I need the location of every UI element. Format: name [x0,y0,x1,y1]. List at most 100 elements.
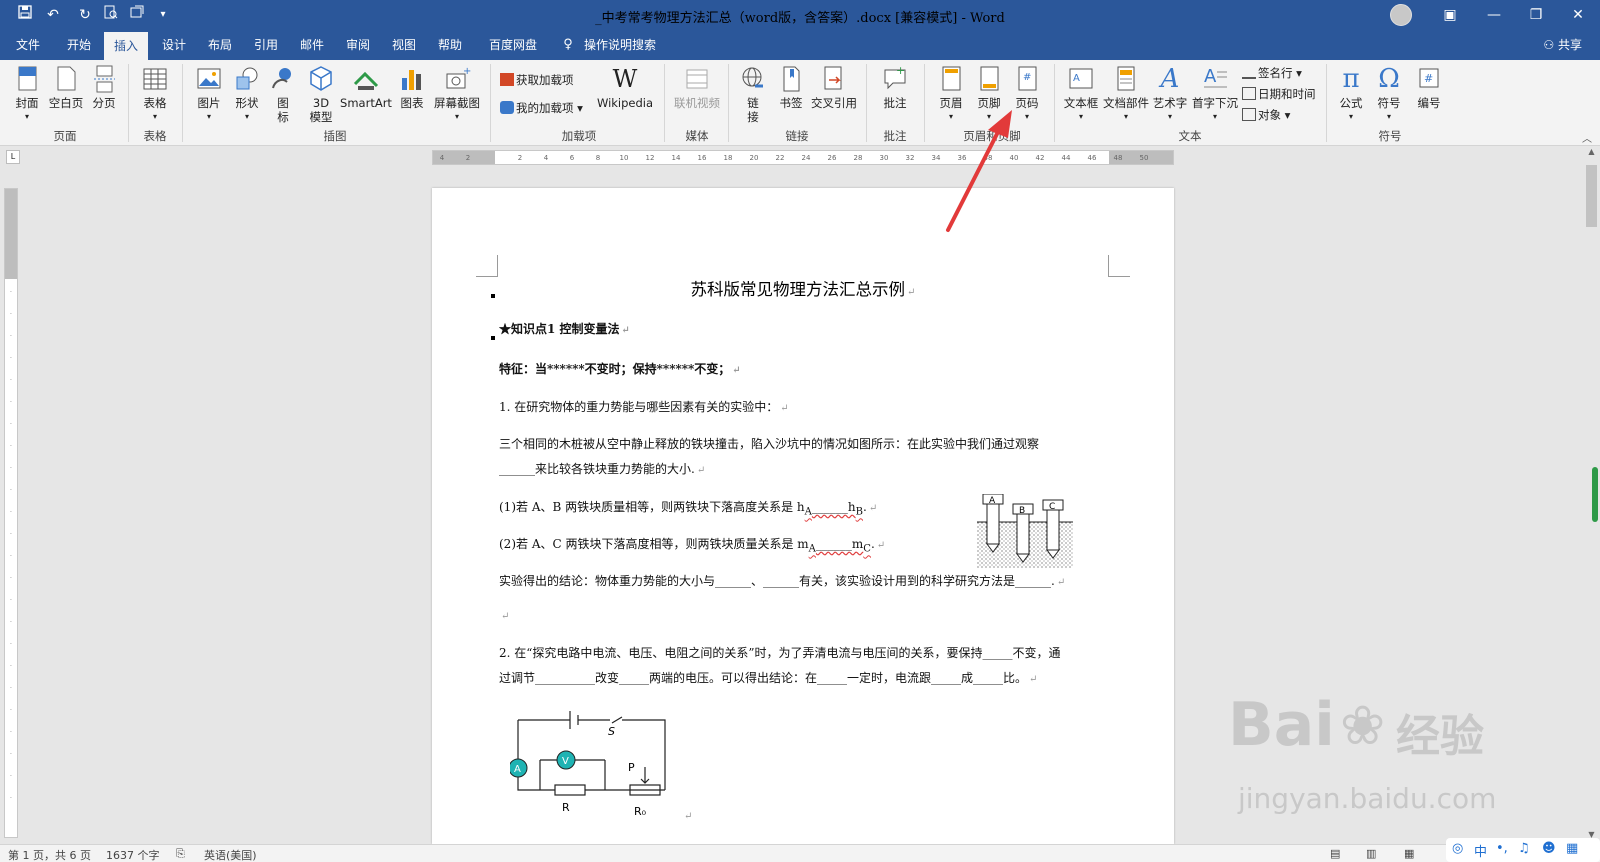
cover-page-button[interactable]: 封面 ▾ [10,64,44,124]
my-addins-button[interactable]: 我的加载项 ▾ [500,100,583,116]
smartart-button[interactable]: SmartArt [340,64,392,110]
question-2-line-1[interactable]: 2. 在“探究电路中电流、电压、电阻之间的关系”时，为了弄清电流与电压间的关系，… [499,644,1061,661]
tab-layout[interactable]: 布局 [202,30,238,60]
print-layout-icon[interactable]: ▥ [1366,847,1376,860]
bookmark-button[interactable]: 书签 [776,64,806,110]
pi-icon: π [1342,64,1360,94]
scroll-thumb[interactable] [1586,165,1597,227]
tab-review[interactable]: 审阅 [340,30,376,60]
ruler-tick: · [10,619,12,626]
wikipedia-button[interactable]: W Wikipedia [594,64,656,110]
group-divider [1054,64,1055,142]
knowledge-point-heading[interactable]: ★知识点1 控制变量法 ↵ [499,320,630,337]
tab-home[interactable]: 开始 [62,30,96,60]
new-comment-button[interactable]: + 批注 [878,64,912,110]
3d-models-button[interactable]: 3D 模型 [304,64,338,124]
page-break-icon [94,65,115,93]
symbol-button[interactable]: Ω 符号 ▾ [1372,64,1406,124]
table-button[interactable]: 表格 ▾ [138,64,172,124]
side-handle[interactable] [1592,467,1598,522]
comment-icon: + [884,64,906,90]
scroll-up-icon[interactable]: ▲ [1583,147,1600,161]
icons-button[interactable]: 图 标 [268,64,298,124]
blank-page-button[interactable]: 空白页 [46,64,86,110]
question-1-desc-line-2[interactable]: ______来比较各铁块重力势能的大小. ↵ [499,460,705,477]
tab-selector[interactable]: L [6,150,20,164]
link-button[interactable]: 链 接 [738,64,768,124]
tell-me-search[interactable]: 操作说明搜索 [584,30,704,60]
empty-paragraph[interactable]: ↵ [499,608,509,622]
proofing-icon[interactable]: ⎘ [176,847,185,861]
blank-page-label: 空白页 [48,96,84,110]
punctuation-icon[interactable]: •, [1496,841,1508,856]
feature-line[interactable]: 特征：当******不变时；保持******不变； ↵ [499,360,741,377]
wordart-button[interactable]: A 艺术字 ▾ [1150,64,1190,124]
language-status[interactable]: 英语(美国) [204,847,257,862]
pictures-button[interactable]: 图片 ▾ [192,64,226,124]
shapes-button[interactable]: 形状 ▾ [230,64,264,124]
tab-view[interactable]: 视图 [386,30,422,60]
question-1-desc-line-1[interactable]: 三个相同的木桩被从空中静止释放的铁块撞击，陷入沙坑中的情况如图所示：在此实验中我… [499,435,1039,452]
document-title[interactable]: 苏科版常见物理方法汇总示例 ↵ [432,276,1174,300]
document-page[interactable]: 苏科版常见物理方法汇总示例 ↵ ★知识点1 控制变量法 ↵ 特征：当******不变… [432,188,1174,844]
avatar[interactable] [1390,4,1412,26]
read-mode-icon[interactable]: ▤ [1330,847,1340,860]
cross-reference-button[interactable]: 交叉引用 [810,64,858,110]
close-icon[interactable]: ✕ [1556,0,1600,30]
tab-file[interactable]: 文件 [12,30,44,60]
tab-insert[interactable]: 插入 [104,32,148,60]
minimize-icon[interactable]: — [1472,0,1516,30]
web-layout-icon[interactable]: ▦ [1404,847,1414,860]
voltmeter-label: V [562,756,569,767]
cover-page-label: 封面 [15,96,39,110]
table-icon [143,68,167,90]
question-1-part-1[interactable]: (1)若 A、B 两铁块质量相等，则两铁块下落高度关系是 hA______hB.… [499,498,877,517]
tab-references[interactable]: 引用 [248,30,284,60]
vertical-ruler[interactable]: · · · · · · · · · · · · · · · · · · · · · · · · [4,188,18,838]
ruler-tick: 28 [853,154,863,162]
cross-reference-icon [824,66,842,90]
get-addins-button[interactable]: 获取加载项 [500,72,574,88]
paw-icon: ❀ [1340,694,1386,757]
word-count-status[interactable]: 1637 个字 [106,847,160,862]
horizontal-ruler[interactable]: 4 2 2 4 6 8 10 12 14 16 18 20 22 24 26 28 30 32 34 36 38 40 42… [432,150,1174,165]
screenshot-button[interactable]: + 屏幕截图 ▾ [432,64,482,124]
ime-toolbar[interactable]: ◎ 中 •, ♫ ☻ ▦ [1446,838,1600,862]
drop-cap-button[interactable]: A 首字下沉 ▾ [1192,64,1238,124]
tab-design[interactable]: 设计 [154,30,194,60]
page-count-status[interactable]: 第 1 页，共 6 页 [8,847,91,862]
date-time-button[interactable]: 日期和时间 [1242,86,1316,102]
equation-button[interactable]: π 公式 ▾ [1334,64,1368,124]
text-box-button[interactable]: A 文本框 ▾ [1062,64,1100,124]
number-label: 编号 [1417,96,1441,110]
ruler-tick: · [10,751,12,758]
ruler-tick: · [10,399,12,406]
tab-help[interactable]: 帮助 [432,30,468,60]
signature-line-button[interactable]: 签名行 ▾ [1242,65,1302,81]
microphone-icon[interactable]: ♫ [1518,841,1530,856]
restore-icon[interactable]: ❐ [1514,0,1558,30]
number-button[interactable]: # 编号 [1412,64,1446,110]
chart-button[interactable]: 图表 [396,64,428,110]
ifly-icon[interactable]: ◎ [1452,841,1463,856]
ribbon-display-icon[interactable]: ▣ [1428,0,1472,30]
question-1[interactable]: 1. 在研究物体的重力势能与哪些因素有关的实验中： ↵ [499,398,789,415]
page-break-button[interactable]: 分页 [88,64,120,110]
object-button[interactable]: 对象 ▾ [1242,107,1290,123]
tab-baidu[interactable]: 百度网盘 [482,30,544,60]
share-label: 共享 [1557,38,1582,52]
ime-lang[interactable]: 中 [1474,841,1487,860]
online-video-button[interactable]: 联机视频 [672,64,722,110]
grid-icon[interactable]: ▦ [1566,841,1578,856]
share-button[interactable]: ⚇ 共享 [1543,30,1582,60]
collapse-ribbon-icon[interactable]: ︿ [1582,130,1592,145]
question-1-part-2[interactable]: (2)若 A、C 两铁块下落高度相等，则两铁块质量关系是 mA______mC.… [499,535,885,554]
question-2-line-2[interactable]: 过调节__________改变_____两端的电压。可以得出结论：在_____一… [499,669,1037,686]
svg-text:+: + [463,66,471,77]
question-1-conclusion[interactable]: 实验得出的结论：物体重力势能的大小与______、______有关，该实验设计用… [499,572,1065,589]
tab-mailings[interactable]: 邮件 [294,30,330,60]
user-icon[interactable]: ☻ [1542,841,1556,856]
ribbon-tabs: 文件 开始 插入 设计 布局 引用 邮件 审阅 视图 帮助 百度网盘 ♀ 操作说… [0,30,1600,60]
quick-parts-button[interactable]: 文档部件 ▾ [1102,64,1150,124]
3d-label-1: 3D [312,96,330,110]
